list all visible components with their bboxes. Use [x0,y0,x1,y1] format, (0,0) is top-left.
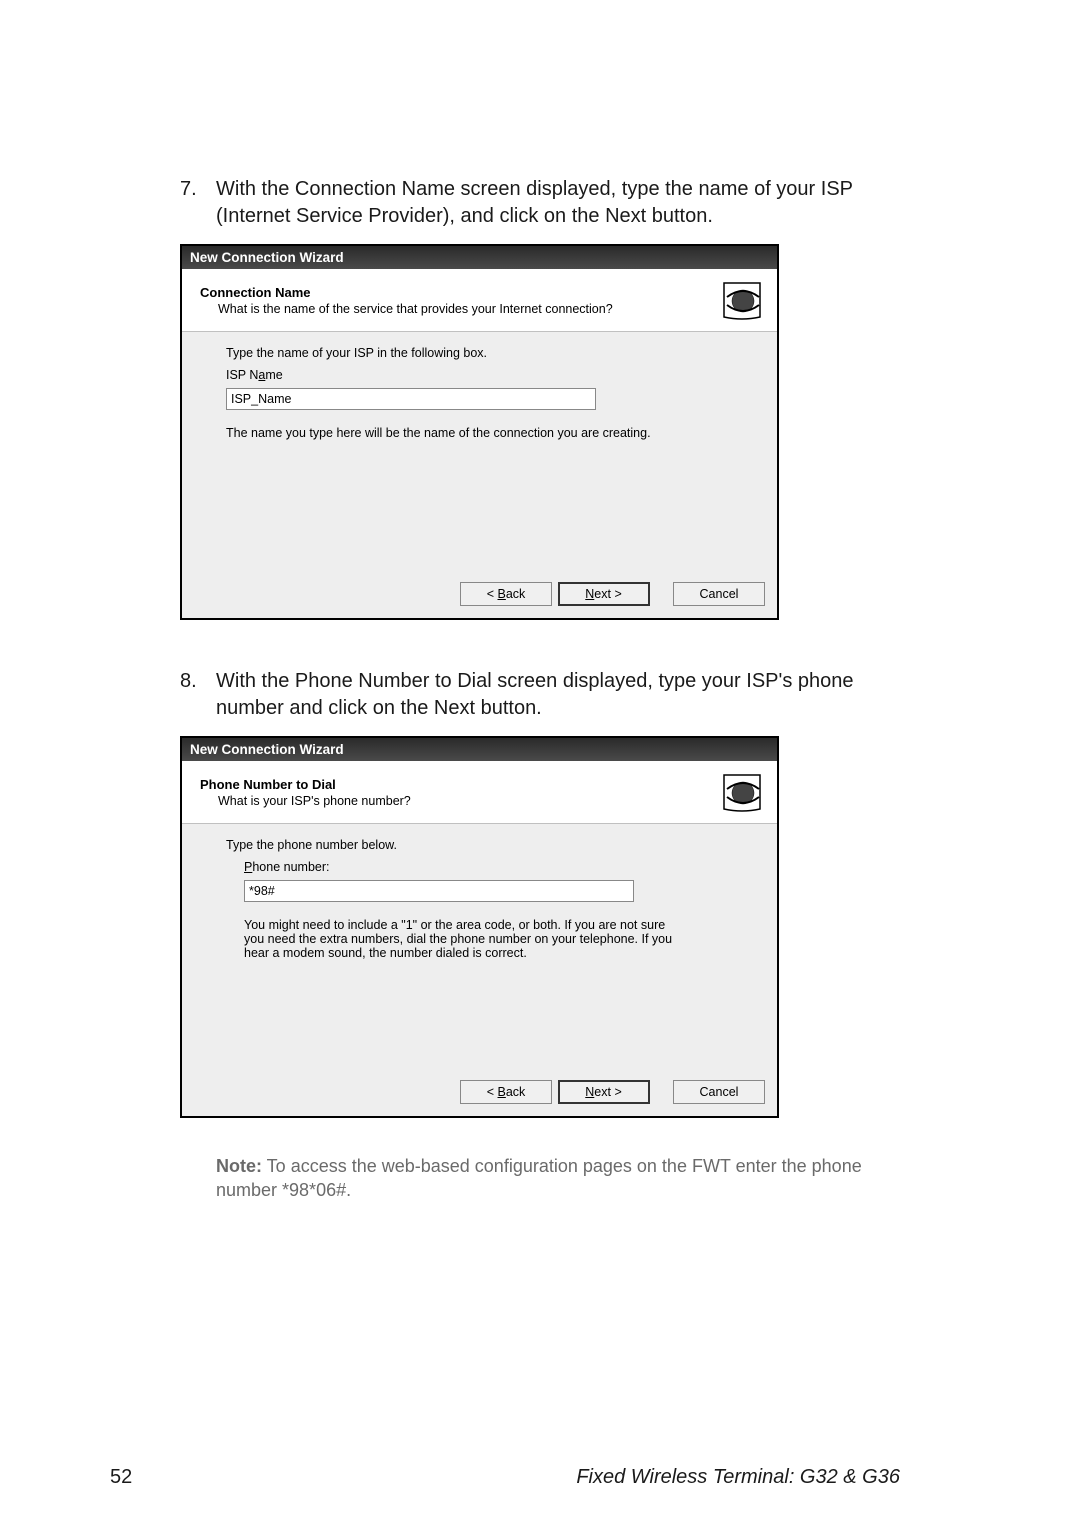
note-label: Note: [216,1156,262,1176]
dialog-phone-number: New Connection Wizard Phone Number to Di… [180,736,779,1118]
dialog-header-subtitle: What is your ISP's phone number? [200,794,713,808]
step-8-number: 8. [180,668,216,695]
dialog-footer: < Back Next > Cancel [182,1070,777,1116]
step-8: 8. With the Phone Number to Dial screen … [180,668,900,722]
note-block: Note: To access the web-based configurat… [180,1154,900,1203]
phone-number-input[interactable] [244,880,634,902]
dialog-connection-name: New Connection Wizard Connection Name Wh… [180,244,779,620]
step-7: 7. With the Connection Name screen displ… [180,176,900,230]
dialog-body: Type the name of your ISP in the followi… [182,332,777,572]
dialog-header-subtitle: What is the name of the service that pro… [200,302,713,316]
phone-number-label: Phone number: [244,860,747,874]
wizard-icon [721,279,763,321]
dialog-header-text: Connection Name What is the name of the … [200,285,713,316]
step-7-text: With the Connection Name screen displaye… [216,176,900,230]
step-7-number: 7. [180,176,216,203]
page-footer: 52 Fixed Wireless Terminal: G32 & G36 [0,1466,1080,1489]
phone-instruction: Type the phone number below. [226,838,747,852]
wizard-icon [721,771,763,813]
back-button[interactable]: < Back [460,582,552,606]
dialog-body: Type the phone number below. Phone numbe… [182,824,777,1070]
isp-name-hint: The name you type here will be the name … [226,426,747,440]
back-button[interactable]: < Back [460,1080,552,1104]
next-button[interactable]: Next > [558,1080,650,1104]
note-text: To access the web-based configuration pa… [216,1156,862,1200]
phone-number-hint: You might need to include a "1" or the a… [244,918,684,960]
dialog-header: Phone Number to Dial What is your ISP's … [182,761,777,824]
cancel-button[interactable]: Cancel [673,582,765,606]
next-button[interactable]: Next > [558,582,650,606]
cancel-button[interactable]: Cancel [673,1080,765,1104]
isp-name-input[interactable] [226,388,596,410]
dialog-header: Connection Name What is the name of the … [182,269,777,332]
dialog-footer: < Back Next > Cancel [182,572,777,618]
dialog-header-title: Connection Name [200,285,713,300]
dialog-header-title: Phone Number to Dial [200,777,713,792]
page-number: 52 [110,1466,132,1489]
document-title: Fixed Wireless Terminal: G32 & G36 [576,1466,900,1489]
step-8-text: With the Phone Number to Dial screen dis… [216,668,900,722]
dialog-header-text: Phone Number to Dial What is your ISP's … [200,777,713,808]
isp-name-label: ISP Name [226,368,747,382]
dialog-titlebar: New Connection Wizard [182,246,777,269]
isp-instruction: Type the name of your ISP in the followi… [226,346,747,360]
dialog-titlebar: New Connection Wizard [182,738,777,761]
